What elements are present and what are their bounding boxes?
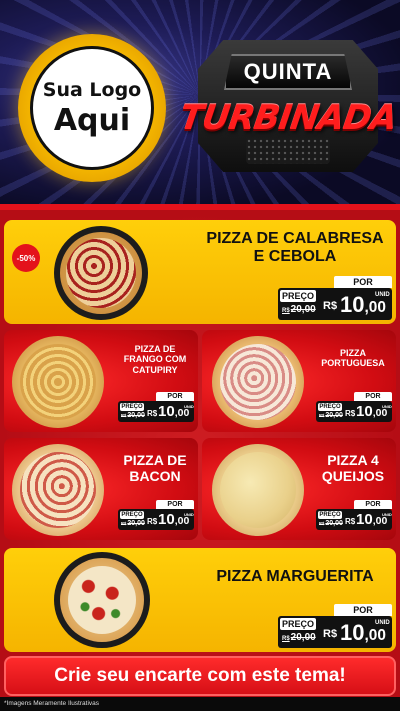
cta-text: Crie seu encarte com este tema! [54, 665, 346, 686]
price-tag-bacon: POR PREÇO R$20,00 R$ 10,00 UNID [118, 500, 194, 530]
logo-placeholder: Sua Logo Aqui [18, 34, 166, 182]
price-tag-marguerita: POR PREÇO R$20,00 R$ 10,00 UNID [278, 604, 392, 648]
promo-badge: QUINTA TURBINADA [177, 30, 399, 180]
product-card-portuguesa[interactable]: PIZZA PORTUGUESA POR PREÇO R$20,00 R$ 10… [202, 330, 396, 432]
cta-button[interactable]: Crie seu encarte com este tema! [4, 656, 396, 696]
product-title-calabresa: PIZZA DE CALABRESA E CEBOLA [206, 230, 384, 266]
product-grid: -50% PIZZA DE CALABRESA E CEBOLA POR PRE… [0, 210, 400, 711]
product-title-marguerita: PIZZA MARGUERITA [216, 568, 374, 585]
badge-title: TURBINADA [177, 94, 398, 142]
pizza-queijos-image [212, 444, 304, 536]
badge-title-text: TURBINADA [177, 98, 399, 138]
pizza-calabresa-image [54, 226, 148, 320]
product-card-bacon[interactable]: PIZZA DE BACON POR PREÇO R$20,00 R$ 10,0… [4, 438, 198, 540]
product-card-frango[interactable]: PIZZA DE FRANGO COM CATUPIRY POR PREÇO R… [4, 330, 198, 432]
product-title-portuguesa: PIZZA PORTUGUESA [321, 348, 385, 369]
product-card-marguerita[interactable]: PIZZA MARGUERITA POR PREÇO R$20,00 R$ 10… [4, 548, 396, 652]
logo-text-line1: Sua Logo [42, 78, 142, 101]
badge-day-text: QUINTA [243, 59, 333, 84]
price-tag-frango: POR PREÇO R$20,00 R$ 10,00 UNID [118, 392, 194, 422]
logo-text-line2: Aqui [53, 102, 131, 138]
product-title-bacon: PIZZA DE BACON [123, 452, 187, 485]
pizza-portuguesa-image [212, 336, 304, 428]
pizza-bacon-image [12, 444, 104, 536]
price-tag-calabresa: POR PREÇO R$20,00 R$ 10,00 UNID [278, 276, 392, 320]
badge-day-label: QUINTA [224, 54, 352, 90]
product-title-queijos: PIZZA 4 QUEIJOS [321, 452, 385, 485]
logo-inner: Sua Logo Aqui [30, 46, 154, 170]
pizza-frango-image [12, 336, 104, 428]
product-card-calabresa[interactable]: -50% PIZZA DE CALABRESA E CEBOLA POR PRE… [4, 220, 396, 324]
header-banner: Sua Logo Aqui QUINTA TURBINADA [0, 0, 400, 210]
disclaimer-footnote: *Imagens Meramente Ilustrativas [0, 697, 400, 711]
price-tag-queijos: POR PREÇO R$20,00 R$ 10,00 UNID [316, 500, 392, 530]
price-tag-portuguesa: POR PREÇO R$20,00 R$ 10,00 UNID [316, 392, 392, 422]
product-title-frango: PIZZA DE FRANGO COM CATUPIRY [123, 344, 187, 375]
discount-badge: -50% [12, 244, 40, 272]
pizza-marguerita-image [54, 552, 150, 648]
product-card-queijos[interactable]: PIZZA 4 QUEIJOS POR PREÇO R$20,00 R$ 10,… [202, 438, 396, 540]
